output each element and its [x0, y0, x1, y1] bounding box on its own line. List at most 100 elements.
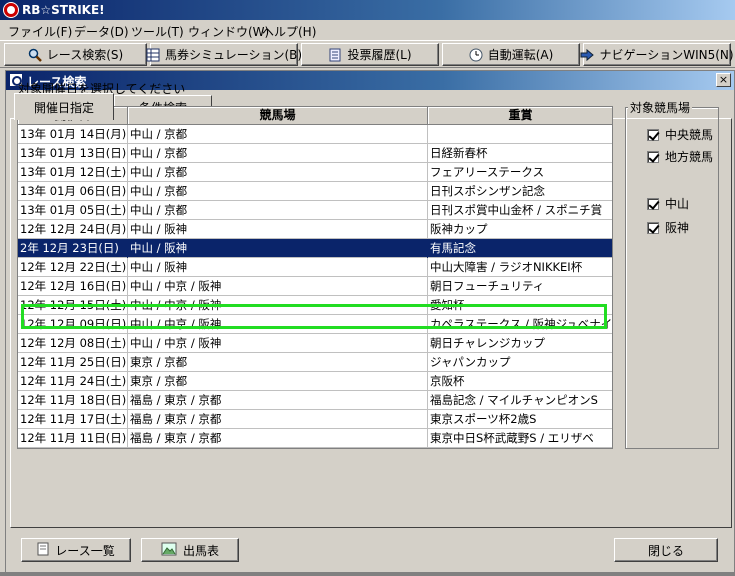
- cell-date: 12年 11月 17日(土): [18, 410, 128, 429]
- cell-grade: 福島記念 / マイルチャンピオンS: [428, 391, 612, 410]
- clock-icon: [469, 48, 483, 62]
- cell-grade: 日刊スポシンザン記念: [428, 182, 612, 201]
- cell-venue: 中山 / 中京 / 阪神: [128, 296, 428, 315]
- tab-by-date-label: 開催日指定: [33, 100, 94, 115]
- cell-date: 13年 01月 12日(土): [18, 163, 128, 182]
- venue-checkbox-hanshin[interactable]: 阪神: [647, 219, 689, 236]
- table-row[interactable]: 12年 12月 16日(日) 中山 / 中京 / 阪神 朝日フューチュリティ: [18, 277, 612, 296]
- race-search-label: レース検索(S): [46, 48, 124, 62]
- race-date-grid[interactable]: 開催日 競馬場 重賞 13年 01月 14日(月)中山 / 京都13年 01月 …: [17, 106, 613, 449]
- cell-grade: 朝日チャレンジカップ: [428, 334, 612, 353]
- header-grade[interactable]: 重賞: [428, 107, 612, 125]
- race-search-button[interactable]: レース検索(S): [4, 43, 147, 66]
- cell-venue: 中山 / 中京 / 阪神: [128, 277, 428, 296]
- cell-venue: 中山 / 中京 / 阪神: [128, 334, 428, 353]
- table-row[interactable]: 12年 11月 11日(日) 福島 / 東京 / 京都 東京中日S杯武蔵野S / エ…: [18, 429, 612, 448]
- table-row[interactable]: 13年 01月 05日(土) 中山 / 京都 日刊スポ賞中山金杯 / スポニチ賞: [18, 201, 612, 220]
- cell-grade: 日経新春杯: [428, 144, 612, 163]
- table-row[interactable]: 12年 11月 17日(土) 福島 / 東京 / 京都 東京スポーツ杯2歳S: [18, 410, 612, 429]
- arrow-right-icon: [580, 48, 595, 62]
- table-row[interactable]: 12年 12月 08日(土) 中山 / 中京 / 阪神 朝日チャレンジカップ: [18, 334, 612, 353]
- table-row[interactable]: 13年 01月 06日(日) 中山 / 京都 日刊スポシンザン記念: [18, 182, 612, 201]
- cell-venue: 東京 / 京都: [128, 353, 428, 372]
- picture-icon: [161, 542, 177, 559]
- table-row[interactable]: 12年 12月 15日(土) 中山 / 中京 / 阪神 愛知杯: [18, 296, 612, 315]
- entries-button[interactable]: 出馬表: [141, 538, 239, 562]
- cell-date: 12年 11月 11日(日): [18, 429, 128, 448]
- cell-venue: 中山 / 阪神: [128, 258, 428, 277]
- cell-venue: 中山 / 阪神: [128, 220, 428, 239]
- table-row[interactable]: 12年 11月 18日(日) 福島 / 東京 / 京都 福島記念 / マイルチャンピ…: [18, 391, 612, 410]
- cell-date: 13年 01月 14日(月): [18, 125, 128, 144]
- app-title: RB☆STRIKE!: [22, 3, 105, 17]
- close-label: 閉じる: [647, 543, 684, 558]
- cell-date: 12年 11月 18日(日): [18, 391, 128, 410]
- menu-help[interactable]: ヘルプ(H): [262, 23, 316, 40]
- main-toolbar: レース検索(S) 馬券シミュレーション(B) 投票履歴(L) 自動運転(A) ナ…: [0, 40, 735, 68]
- venue-label-nakayama: 中山: [665, 197, 690, 211]
- document-icon: [37, 542, 49, 559]
- cell-venue: 中山 / 京都: [128, 182, 428, 201]
- table-row[interactable]: 12年 11月 25日(日) 東京 / 京都 ジャパンカップ: [18, 353, 612, 372]
- table-row[interactable]: 13年 01月 13日(日) 中山 / 京都 日経新春杯: [18, 144, 612, 163]
- navigation-win5-label: ナビゲーションWIN5(N): [599, 48, 734, 62]
- menu-file[interactable]: ファイル(F): [8, 23, 72, 40]
- menu-tools[interactable]: ツール(T): [131, 23, 184, 40]
- checkbox-mark: [647, 221, 659, 234]
- cell-date: 2年 12月 23日(日): [18, 239, 128, 258]
- app-logo-icon: [3, 2, 19, 18]
- cell-grade: 日刊スポ賞中山金杯 / スポニチ賞: [428, 201, 612, 220]
- menu-window[interactable]: ウィンドウ(W): [188, 23, 269, 40]
- cell-date: 13年 01月 06日(日): [18, 182, 128, 201]
- checkbox-mark: [647, 197, 659, 210]
- ticket-simulation-button[interactable]: 馬券シミュレーション(B): [146, 43, 302, 66]
- cell-venue: 中山 / 京都: [128, 201, 428, 220]
- auto-run-button[interactable]: 自動運転(A): [442, 43, 580, 66]
- race-list-button[interactable]: レース一覧: [21, 538, 131, 562]
- venue-label-hanshin: 阪神: [665, 221, 690, 235]
- cell-venue: 中山 / 京都: [128, 144, 428, 163]
- cell-grade: 東京中日S杯武蔵野S / エリザベ: [428, 429, 612, 448]
- cell-venue: 福島 / 東京 / 京都: [128, 429, 428, 448]
- cell-grade: 朝日フューチュリティ: [428, 277, 612, 296]
- cell-venue: 中山 / 京都: [128, 163, 428, 182]
- document-icon: [328, 48, 342, 62]
- ticket-simulation-label: 馬券シミュレーション(B): [164, 48, 303, 62]
- table-row[interactable]: 13年 01月 12日(土) 中山 / 京都 フェアリーステークス: [18, 163, 612, 182]
- cell-grade: フェアリーステークス: [428, 163, 612, 182]
- close-button[interactable]: 閉じる: [614, 538, 718, 562]
- cell-date: 12年 12月 08日(土): [18, 334, 128, 353]
- venue-checkbox-nakayama[interactable]: 中山: [647, 195, 689, 212]
- close-window-button[interactable]: ×: [716, 73, 731, 87]
- navigation-win5-button[interactable]: ナビゲーションWIN5(N): [580, 43, 734, 66]
- tab-by-date[interactable]: 開催日指定: [14, 93, 114, 120]
- venue-group-label: 対象競馬場: [628, 99, 693, 116]
- menu-data[interactable]: データ(D): [74, 23, 129, 40]
- table-row[interactable]: 13年 01月 14日(月) 中山 / 京都: [18, 125, 612, 144]
- table-row[interactable]: 12年 12月 22日(土) 中山 / 阪神 中山大障害 / ラジオNIKKEI杯: [18, 258, 612, 277]
- cell-grade: 有馬記念: [428, 239, 612, 258]
- cell-venue: 福島 / 東京 / 京都: [128, 410, 428, 429]
- vote-history-button[interactable]: 投票履歴(L): [301, 43, 439, 66]
- cell-grade: 愛知杯: [428, 296, 612, 315]
- header-venue[interactable]: 競馬場: [128, 107, 428, 125]
- cell-grade: 中山大障害 / ラジオNIKKEI杯: [428, 258, 612, 277]
- cell-date: 12年 12月 15日(土): [18, 296, 128, 315]
- cell-grade: ジャパンカップ: [428, 353, 612, 372]
- table-row[interactable]: 12年 11月 24日(土) 東京 / 京都 京阪杯: [18, 372, 612, 391]
- cell-venue: 中山 / 中京 / 阪神: [128, 315, 428, 334]
- table-row[interactable]: 2年 12月 23日(日) 中山 / 阪神 有馬記念: [18, 239, 612, 258]
- cell-grade: 阪神カップ: [428, 220, 612, 239]
- cell-grade: カペラステークス / 阪神ジュベナイ: [428, 315, 612, 334]
- cell-date: 12年 11月 25日(日): [18, 353, 128, 372]
- cell-date: 12年 12月 22日(土): [18, 258, 128, 277]
- cell-grade: 京阪杯: [428, 372, 612, 391]
- magnifier-icon: [28, 48, 42, 62]
- cell-date: 12年 12月 24日(月): [18, 220, 128, 239]
- menu-bar: ファイル(F) データ(D) ツール(T) ウィンドウ(W) ヘルプ(H): [0, 20, 735, 40]
- table-row[interactable]: 12年 12月 09日(日) 中山 / 中京 / 阪神 カペラステークス / 阪神ジ…: [18, 315, 612, 334]
- table-row[interactable]: 12年 12月 24日(月) 中山 / 阪神 阪神カップ: [18, 220, 612, 239]
- cell-date: 12年 12月 09日(日): [18, 315, 128, 334]
- status-strip: [0, 572, 735, 576]
- app-title-bar: RB☆STRIKE!: [0, 0, 735, 20]
